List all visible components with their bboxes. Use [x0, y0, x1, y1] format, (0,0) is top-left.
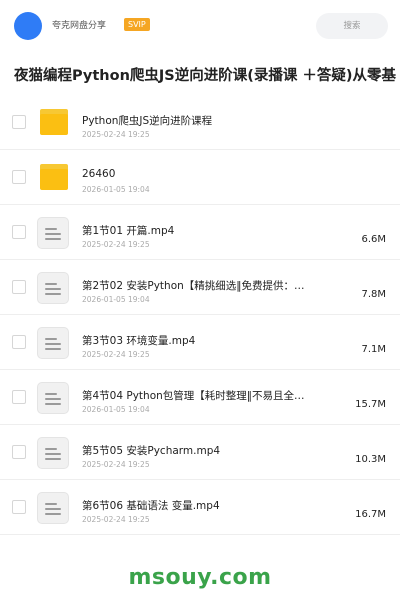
header: 夸克网盘分享 SVIP 搜索 — [0, 0, 400, 52]
file-size: 6.6M — [361, 234, 386, 245]
file-date: 2025-02-24 19:25 — [82, 460, 150, 469]
file-date: 2026-01-05 19:04 — [82, 295, 150, 304]
select-checkbox[interactable] — [12, 445, 26, 459]
document-icon — [37, 327, 69, 359]
document-icon — [37, 217, 69, 249]
select-checkbox[interactable] — [12, 500, 26, 514]
file-name: 第6节06 基础语法 变量.mp4 — [82, 500, 220, 512]
file-name: Python爬虫JS逆向进阶课程 — [82, 115, 213, 127]
avatar[interactable] — [14, 12, 42, 40]
file-size: 10.3M — [355, 454, 386, 465]
svip-badge: SVIP — [124, 18, 150, 31]
file-row[interactable]: Python爬虫JS逆向进阶课程 2025-02-24 19:25 — [0, 95, 400, 150]
select-checkbox[interactable] — [12, 335, 26, 349]
file-row[interactable]: 第6节06 基础语法 变量.mp4 2025-02-24 19:25 16.7M — [0, 480, 400, 535]
select-checkbox[interactable] — [12, 170, 26, 184]
file-name: 第2节02 安装Python【精挑细选‖免费提供：… — [82, 280, 305, 292]
select-checkbox[interactable] — [12, 390, 26, 404]
file-size: 16.7M — [355, 509, 386, 520]
file-name: 第1节01 开篇.mp4 — [82, 225, 175, 237]
app-name: 夸克网盘分享 — [52, 21, 107, 31]
select-checkbox[interactable] — [12, 225, 26, 239]
file-name: 第4节04 Python包管理【耗时整理‖不易且全… — [82, 390, 305, 402]
file-size: 7.8M — [361, 289, 386, 300]
file-date: 2026-01-05 19:04 — [82, 185, 150, 194]
file-row[interactable]: 第4节04 Python包管理【耗时整理‖不易且全… 2026-01-05 19:… — [0, 370, 400, 425]
select-checkbox[interactable] — [12, 115, 26, 129]
folder-icon — [40, 164, 68, 190]
file-name: 第3节03 环境变量.mp4 — [82, 335, 196, 347]
document-icon — [37, 382, 69, 414]
page-title: 夜猫编程Python爬虫JS逆向进阶课(录播课 ＋答疑)从零基 — [14, 68, 397, 84]
file-list: Python爬虫JS逆向进阶课程 2025-02-24 19:25 26460 202… — [0, 95, 400, 535]
file-row[interactable]: 第3节03 环境变量.mp4 2025-02-24 19:25 7.1M — [0, 315, 400, 370]
search-button[interactable]: 搜索 — [316, 13, 388, 39]
file-row[interactable]: 26460 2026-01-05 19:04 — [0, 150, 400, 205]
select-checkbox[interactable] — [12, 280, 26, 294]
folder-icon — [40, 109, 68, 135]
file-size: 15.7M — [355, 399, 386, 410]
document-icon — [37, 437, 69, 469]
file-row[interactable]: 第1节01 开篇.mp4 2025-02-24 19:25 6.6M — [0, 205, 400, 260]
watermark: msouy.com — [128, 565, 272, 590]
file-date: 2025-02-24 19:25 — [82, 240, 150, 249]
file-size: 7.1M — [361, 344, 386, 355]
file-name: 26460 — [82, 168, 116, 180]
file-row[interactable]: 第5节05 安装Pycharm.mp4 2025-02-24 19:25 10.3M — [0, 425, 400, 480]
document-icon — [37, 492, 69, 524]
file-date: 2025-02-24 19:25 — [82, 350, 150, 359]
file-date: 2025-02-24 19:25 — [82, 515, 150, 524]
file-date: 2025-02-24 19:25 — [82, 130, 150, 139]
file-row[interactable]: 第2节02 安装Python【精挑细选‖免费提供：… 2026-01-05 19:… — [0, 260, 400, 315]
file-name: 第5节05 安装Pycharm.mp4 — [82, 445, 221, 457]
file-date: 2026-01-05 19:04 — [82, 405, 150, 414]
document-icon — [37, 272, 69, 304]
